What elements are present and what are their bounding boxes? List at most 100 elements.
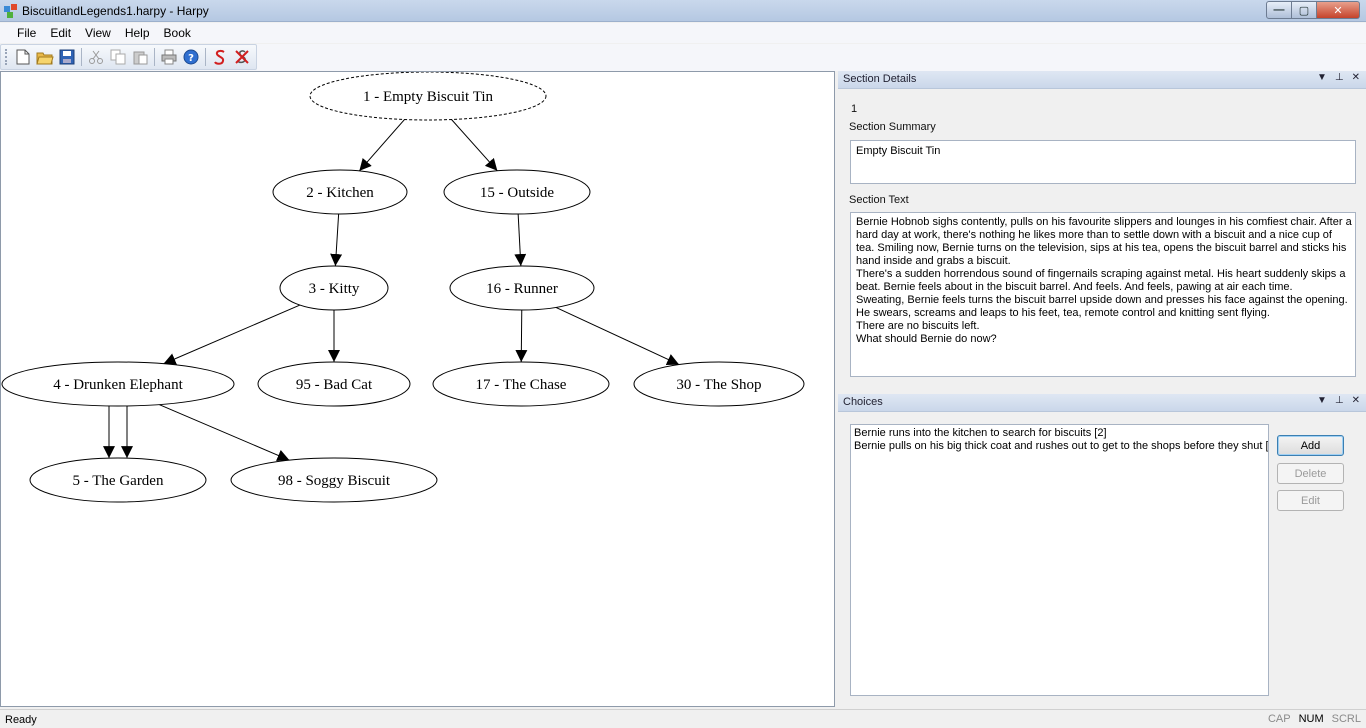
graph-node-label: 3 - Kitty — [309, 281, 360, 297]
section-details-panel: Section Details ▼ ⊥ ✕ 1 Section Summary … — [838, 71, 1366, 389]
list-item[interactable]: Bernie pulls on his big thick coat and r… — [854, 440, 1268, 453]
section-text-line: There are no biscuits left. — [856, 320, 980, 332]
status-indicators: CAP NUM SCRL — [1267, 713, 1362, 725]
menu-bar: File Edit View Help Book — [0, 23, 1366, 43]
section-text-line: There's a sudden horrendous sound of fin… — [856, 268, 1346, 280]
graph-node[interactable]: 17 - The Chase — [432, 361, 610, 407]
section-text-line: tea. Smiling now, Bernie turns on the te… — [856, 242, 1347, 254]
menu-book[interactable]: Book — [157, 23, 198, 43]
s-icon[interactable] — [209, 46, 231, 68]
section-text-line: hard day at work, there's nothing he lik… — [856, 229, 1332, 241]
graph-node-label: 95 - Bad Cat — [296, 377, 373, 393]
delete-icon[interactable] — [231, 46, 253, 68]
title-bar: BiscuitlandLegends1.harpy - Harpy — ▢ ✕ — [0, 0, 1366, 22]
graph-node[interactable]: 1 - Empty Biscuit Tin — [309, 72, 547, 121]
choices-panel: Choices ▼ ⊥ ✕ Bernie runs into the kitch… — [838, 394, 1366, 707]
graph-node-label: 4 - Drunken Elephant — [53, 377, 183, 393]
graph-node-label: 1 - Empty Biscuit Tin — [363, 89, 494, 105]
graph-edge — [358, 119, 405, 172]
close-icon[interactable]: ✕ — [1352, 72, 1360, 83]
graph-node-label: 30 - The Shop — [676, 377, 761, 393]
dropdown-icon[interactable]: ▼ — [1317, 395, 1327, 406]
graph-node-label: 17 - The Chase — [476, 377, 567, 393]
graph-edge — [163, 304, 301, 365]
graph-node[interactable]: 4 - Drunken Elephant — [1, 361, 235, 407]
graph-node[interactable]: 30 - The Shop — [633, 361, 805, 407]
delete-choice-button[interactable]: Delete — [1277, 463, 1344, 484]
section-text-line: Bernie Hobnob sighs contently, pulls on … — [856, 216, 1352, 228]
dropdown-icon[interactable]: ▼ — [1317, 72, 1327, 83]
minimize-button[interactable]: — — [1266, 1, 1292, 19]
caps-lock-indicator: CAP — [1267, 713, 1291, 725]
maximize-button[interactable]: ▢ — [1292, 1, 1317, 19]
menu-view[interactable]: View — [78, 23, 118, 43]
scroll-lock-indicator: SCRL — [1331, 713, 1361, 725]
section-text-line: hand inside and grabs a biscuit. — [856, 255, 1011, 267]
section-text-line: He swears, screams and leaps to his feet… — [856, 307, 1270, 319]
choices-header: Choices ▼ ⊥ ✕ — [838, 394, 1366, 412]
print-icon[interactable] — [158, 46, 180, 68]
new-file-icon[interactable] — [12, 46, 34, 68]
graph-edge — [514, 213, 527, 267]
graph-edge — [555, 306, 680, 366]
save-icon[interactable] — [56, 46, 78, 68]
graph-edge — [330, 213, 343, 267]
graph-node[interactable]: 3 - Kitty — [279, 265, 389, 311]
app-icon — [4, 4, 17, 18]
choices-title: Choices — [843, 396, 883, 408]
add-choice-button[interactable]: Add — [1277, 435, 1344, 456]
section-details-header: Section Details ▼ ⊥ ✕ — [838, 71, 1366, 89]
window-controls: — ▢ ✕ — [1266, 1, 1360, 19]
cut-icon[interactable] — [85, 46, 107, 68]
story-graph-canvas[interactable]: 1 - Empty Biscuit Tin 2 - Kitchen 15 - Out… — [0, 71, 835, 707]
toolbar-separator — [81, 48, 82, 66]
menu-edit[interactable]: Edit — [43, 23, 78, 43]
section-text-line: What should Bernie do now? — [856, 333, 997, 345]
window-title: BiscuitlandLegends1.harpy - Harpy — [22, 4, 209, 18]
toolbar-separator — [205, 48, 206, 66]
graph-node[interactable]: 95 - Bad Cat — [257, 361, 411, 407]
graph-edge — [515, 309, 528, 363]
num-lock-indicator: NUM — [1298, 713, 1324, 725]
graph-node[interactable]: 16 - Runner — [449, 265, 595, 311]
open-folder-icon[interactable] — [34, 46, 56, 68]
help-icon[interactable]: ? — [180, 46, 202, 68]
story-graph: 1 - Empty Biscuit Tin 2 - Kitchen 15 - Out… — [1, 72, 805, 503]
section-text-label: Section Text — [849, 194, 909, 206]
close-icon[interactable]: ✕ — [1352, 395, 1360, 406]
toolbar-grip[interactable] — [5, 49, 8, 65]
status-text: Ready — [5, 714, 37, 726]
graph-node[interactable]: 5 - The Garden — [29, 457, 207, 503]
section-details-title: Section Details — [843, 73, 917, 85]
pin-icon[interactable]: ⊥ — [1335, 72, 1344, 83]
copy-icon[interactable] — [107, 46, 129, 68]
menu-help[interactable]: Help — [118, 23, 157, 43]
graph-edge — [158, 404, 290, 461]
graph-node[interactable]: 2 - Kitchen — [272, 169, 408, 215]
section-number: 1 — [851, 103, 858, 115]
toolbar-separator — [154, 48, 155, 66]
graph-node-label: 2 - Kitchen — [306, 185, 374, 201]
paste-icon[interactable] — [129, 46, 151, 68]
graph-node[interactable]: 98 - Soggy Biscuit — [230, 457, 438, 503]
section-summary-input[interactable]: Empty Biscuit Tin — [850, 140, 1356, 184]
graph-node-label: 16 - Runner — [486, 281, 558, 297]
list-item[interactable]: Bernie runs into the kitchen to search f… — [854, 427, 1265, 440]
status-bar: Ready CAP NUM SCRL — [0, 709, 1366, 728]
graph-node[interactable]: 15 - Outside — [443, 169, 591, 215]
graph-edge — [451, 119, 498, 172]
toolbar: ? — [0, 44, 257, 70]
section-text-line: Sweating, Bernie feels turns the biscuit… — [856, 294, 1348, 306]
svg-text:?: ? — [188, 53, 194, 64]
section-text-input[interactable]: Bernie Hobnob sighs contently, pulls on … — [850, 212, 1356, 377]
graph-node-label: 98 - Soggy Biscuit — [278, 473, 391, 489]
choices-list[interactable]: Bernie runs into the kitchen to search f… — [850, 424, 1269, 696]
graph-node-label: 15 - Outside — [480, 185, 555, 201]
menu-file[interactable]: File — [10, 23, 43, 43]
close-button[interactable]: ✕ — [1317, 1, 1360, 19]
section-summary-label: Section Summary — [849, 121, 936, 133]
edit-choice-button[interactable]: Edit — [1277, 490, 1344, 511]
graph-node-label: 5 - The Garden — [73, 473, 164, 489]
pin-icon[interactable]: ⊥ — [1335, 395, 1344, 406]
section-text-line: beat. Bernie feels about in the biscuit … — [856, 281, 1293, 293]
